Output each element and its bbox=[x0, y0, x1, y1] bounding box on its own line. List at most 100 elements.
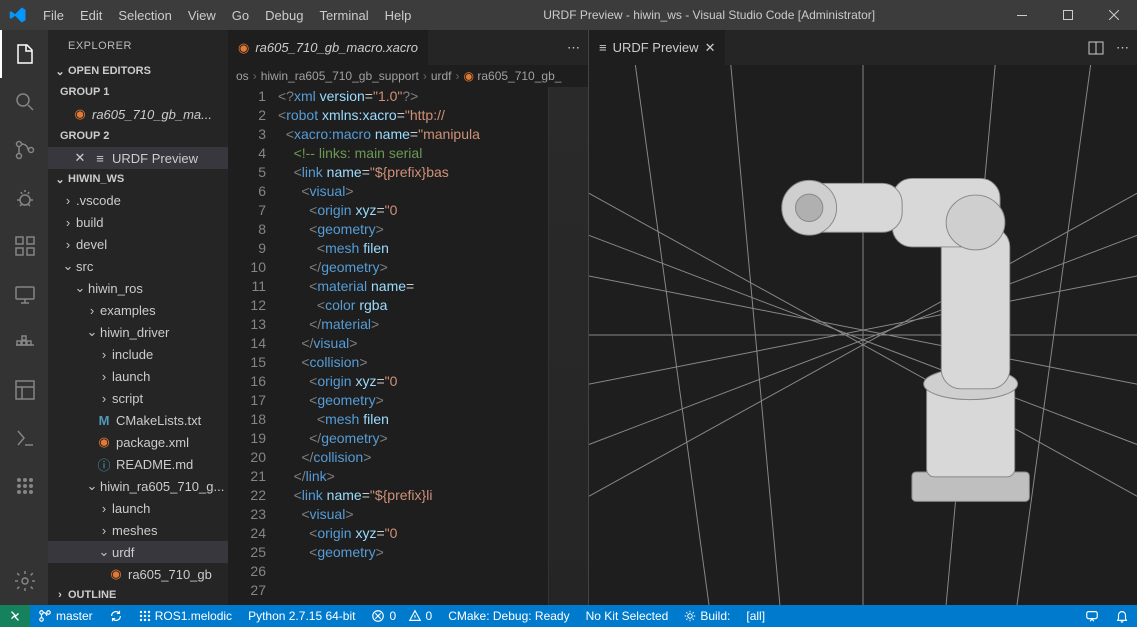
minimap[interactable] bbox=[548, 87, 588, 605]
status-problems[interactable]: 0 0 bbox=[363, 605, 440, 627]
tab-label: URDF Preview bbox=[613, 40, 699, 55]
chevron-down-icon: ⌄ bbox=[60, 258, 76, 274]
open-editor-file-1[interactable]: ◉ ra605_710_gb_ma... bbox=[48, 103, 228, 125]
activity-explorer-icon[interactable] bbox=[0, 30, 48, 78]
tree-item[interactable]: ›include bbox=[48, 343, 228, 365]
tree-item-label: build bbox=[76, 215, 103, 230]
breadcrumb-item[interactable]: ra605_710_gb_ bbox=[477, 69, 561, 83]
breadcrumb-item[interactable]: urdf bbox=[431, 69, 452, 83]
menu-file[interactable]: File bbox=[35, 0, 72, 30]
tree-item[interactable]: ◉ra605_710_gb bbox=[48, 563, 228, 585]
menu-go[interactable]: Go bbox=[224, 0, 257, 30]
tree-item[interactable]: ⌄hiwin_ros bbox=[48, 277, 228, 299]
status-bell-icon[interactable] bbox=[1107, 605, 1137, 627]
menu-selection[interactable]: Selection bbox=[110, 0, 179, 30]
status-branch[interactable]: master bbox=[30, 605, 101, 627]
breadcrumb-item[interactable]: hiwin_ra605_710_gb_support bbox=[261, 69, 419, 83]
status-bar: master ROS1.melodic Python 2.7.15 64-bit… bbox=[0, 605, 1137, 627]
tree-item[interactable]: ◉package.xml bbox=[48, 431, 228, 453]
activity-ros-icon[interactable] bbox=[0, 462, 48, 510]
tab-xacro-file[interactable]: ◉ ra605_710_gb_macro.xacro bbox=[228, 30, 429, 65]
activity-settings-icon[interactable] bbox=[0, 557, 48, 605]
tree-item-label: hiwin_ros bbox=[88, 281, 143, 296]
status-cmake[interactable]: CMake: Debug: Ready bbox=[440, 605, 577, 627]
tree-item[interactable]: ›meshes bbox=[48, 519, 228, 541]
menu-view[interactable]: View bbox=[180, 0, 224, 30]
close-icon[interactable]: ✕ bbox=[72, 150, 88, 166]
more-actions-icon[interactable]: ⋯ bbox=[567, 40, 580, 56]
tree-item[interactable]: ⌄hiwin_ra605_710_g... bbox=[48, 475, 228, 497]
workspace-section[interactable]: ⌄HIWIN_WS bbox=[48, 169, 228, 189]
activity-remote-icon[interactable] bbox=[0, 270, 48, 318]
tree-item[interactable]: ›devel bbox=[48, 233, 228, 255]
activity-docker-icon[interactable] bbox=[0, 318, 48, 366]
status-errors: 0 bbox=[389, 609, 396, 623]
chevron-down-icon: ⌄ bbox=[84, 324, 100, 340]
tree-item[interactable]: ›script bbox=[48, 387, 228, 409]
remote-indicator[interactable] bbox=[0, 605, 30, 627]
activity-preview-icon[interactable] bbox=[0, 366, 48, 414]
activity-scm-icon[interactable] bbox=[0, 126, 48, 174]
editor-area: ◉ ra605_710_gb_macro.xacro ⋯ os› hiwin_r… bbox=[228, 30, 1137, 605]
tree-item-label: CMakeLists.txt bbox=[116, 413, 201, 428]
status-branch-label: master bbox=[56, 609, 93, 623]
status-kit[interactable]: No Kit Selected bbox=[578, 605, 677, 627]
open-editors-label: OPEN EDITORS bbox=[68, 65, 151, 77]
tree-item[interactable]: ⓘREADME.md bbox=[48, 453, 228, 475]
menu-debug[interactable]: Debug bbox=[257, 0, 311, 30]
breadcrumb-item[interactable]: os bbox=[236, 69, 249, 83]
outline-section[interactable]: ›OUTLINE bbox=[48, 585, 228, 605]
open-editors-section[interactable]: ⌄OPEN EDITORS bbox=[48, 62, 228, 82]
code-content[interactable]: <?xml version="1.0"?><robot xmlns:xacro=… bbox=[278, 87, 548, 605]
editor-group-left: ◉ ra605_710_gb_macro.xacro ⋯ os› hiwin_r… bbox=[228, 30, 588, 605]
more-actions-icon[interactable]: ⋯ bbox=[1116, 40, 1129, 56]
code-editor[interactable]: 1234567891011121314151617181920212223242… bbox=[228, 87, 588, 605]
rss-icon: ◉ bbox=[72, 106, 88, 122]
tree-item[interactable]: ›build bbox=[48, 211, 228, 233]
breadcrumb[interactable]: os› hiwin_ra605_710_gb_support› urdf› ◉ … bbox=[228, 65, 588, 87]
cmake-file-icon: M bbox=[96, 412, 112, 428]
status-build[interactable]: Build: bbox=[676, 605, 738, 627]
status-ros-label: ROS1.melodic bbox=[155, 609, 232, 623]
activity-debug-icon[interactable] bbox=[0, 174, 48, 222]
chevron-right-icon: › bbox=[60, 215, 76, 230]
rss-icon: ◉ bbox=[108, 566, 124, 582]
tree-item[interactable]: M CMakeLists.txt bbox=[48, 409, 228, 431]
tree-item[interactable]: ⌄src bbox=[48, 255, 228, 277]
tab-urdf-preview[interactable]: ≡ URDF Preview ✕ bbox=[589, 30, 726, 65]
split-editor-icon[interactable] bbox=[1088, 40, 1104, 56]
menu-terminal[interactable]: Terminal bbox=[311, 0, 376, 30]
status-python[interactable]: Python 2.7.15 64-bit bbox=[240, 605, 363, 627]
status-ros[interactable]: ROS1.melodic bbox=[131, 605, 240, 627]
close-button[interactable] bbox=[1091, 0, 1137, 30]
titlebar: File Edit Selection View Go Debug Termin… bbox=[0, 0, 1137, 30]
tree-item[interactable]: ›examples bbox=[48, 299, 228, 321]
tab-close-icon[interactable]: ✕ bbox=[705, 40, 716, 56]
status-sync[interactable] bbox=[101, 605, 131, 627]
menu-edit[interactable]: Edit bbox=[72, 0, 110, 30]
chevron-right-icon: › bbox=[96, 369, 112, 384]
activity-terminal-icon[interactable] bbox=[0, 414, 48, 462]
sidebar-title: EXPLORER bbox=[48, 30, 228, 62]
workspace-label: HIWIN_WS bbox=[68, 173, 124, 185]
chevron-right-icon: › bbox=[60, 193, 76, 208]
tree-item[interactable]: ›.vscode bbox=[48, 189, 228, 211]
menu-help[interactable]: Help bbox=[377, 0, 420, 30]
tree-item[interactable]: ›launch bbox=[48, 497, 228, 519]
open-editor-file-2[interactable]: ✕ ≡ URDF Preview bbox=[48, 147, 228, 169]
status-feedback-icon[interactable] bbox=[1077, 605, 1107, 627]
activity-extensions-icon[interactable] bbox=[0, 222, 48, 270]
tree-item[interactable]: ›launch bbox=[48, 365, 228, 387]
maximize-button[interactable] bbox=[1045, 0, 1091, 30]
tree-item-label: script bbox=[112, 391, 143, 406]
tree-item[interactable]: ⌄hiwin_driver bbox=[48, 321, 228, 343]
editor-group-1-label: GROUP 1 bbox=[48, 81, 228, 103]
urdf-3d-preview[interactable] bbox=[589, 65, 1137, 605]
tree-item-label: package.xml bbox=[116, 435, 189, 450]
activity-search-icon[interactable] bbox=[0, 78, 48, 126]
status-target[interactable]: [all] bbox=[738, 605, 773, 627]
tab-bar-left: ◉ ra605_710_gb_macro.xacro ⋯ bbox=[228, 30, 588, 65]
preview-file-icon: ≡ bbox=[599, 40, 607, 55]
minimize-button[interactable] bbox=[999, 0, 1045, 30]
tree-item[interactable]: ⌄urdf bbox=[48, 541, 228, 563]
